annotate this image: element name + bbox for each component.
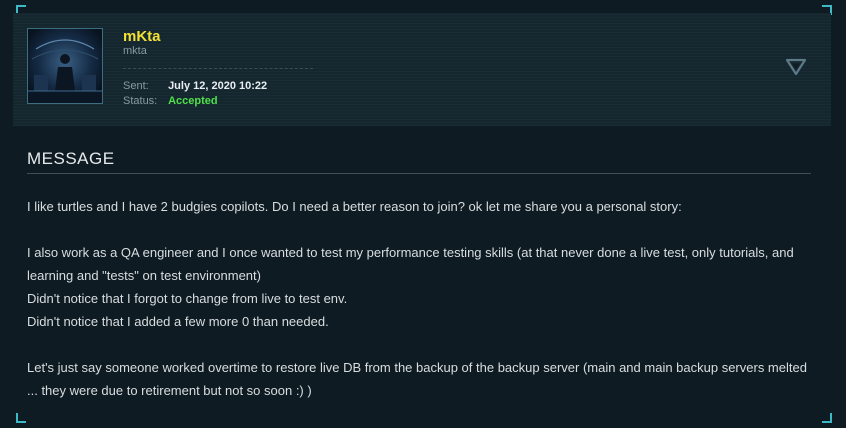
message-line: Didn't notice that I forgot to change fr…: [27, 291, 348, 306]
message-line: Let's just say someone worked overtime t…: [27, 360, 807, 398]
status-badge: Accepted: [168, 95, 218, 107]
message-body: I like turtles and I have 2 budgies copi…: [27, 195, 817, 402]
triangle-down-icon[interactable]: [785, 57, 807, 77]
avatar-image: [28, 29, 102, 103]
corner-decoration: [822, 413, 832, 423]
section-divider: [27, 173, 811, 174]
sender-handle: mkta: [123, 45, 147, 57]
message-line: I also work as a QA engineer and I once …: [27, 245, 794, 283]
status-label: Status:: [123, 95, 158, 107]
message-line: I like turtles and I have 2 budgies copi…: [27, 199, 682, 214]
section-heading: MESSAGE: [27, 149, 115, 168]
sent-label: Sent:: [123, 80, 149, 92]
message-card: mKta mkta Sent: July 12, 2020 10:22 Stat…: [0, 0, 846, 428]
sent-row: Sent: July 12, 2020 10:22: [123, 80, 267, 92]
avatar[interactable]: [27, 28, 103, 104]
corner-decoration: [16, 413, 26, 423]
status-row: Status: Accepted: [123, 95, 218, 107]
sender-name[interactable]: mKta: [123, 28, 161, 45]
message-line: Didn't notice that I added a few more 0 …: [27, 314, 329, 329]
header-divider: [123, 68, 313, 69]
message-header: mKta mkta Sent: July 12, 2020 10:22 Stat…: [13, 13, 831, 126]
sent-value: July 12, 2020 10:22: [168, 80, 268, 92]
